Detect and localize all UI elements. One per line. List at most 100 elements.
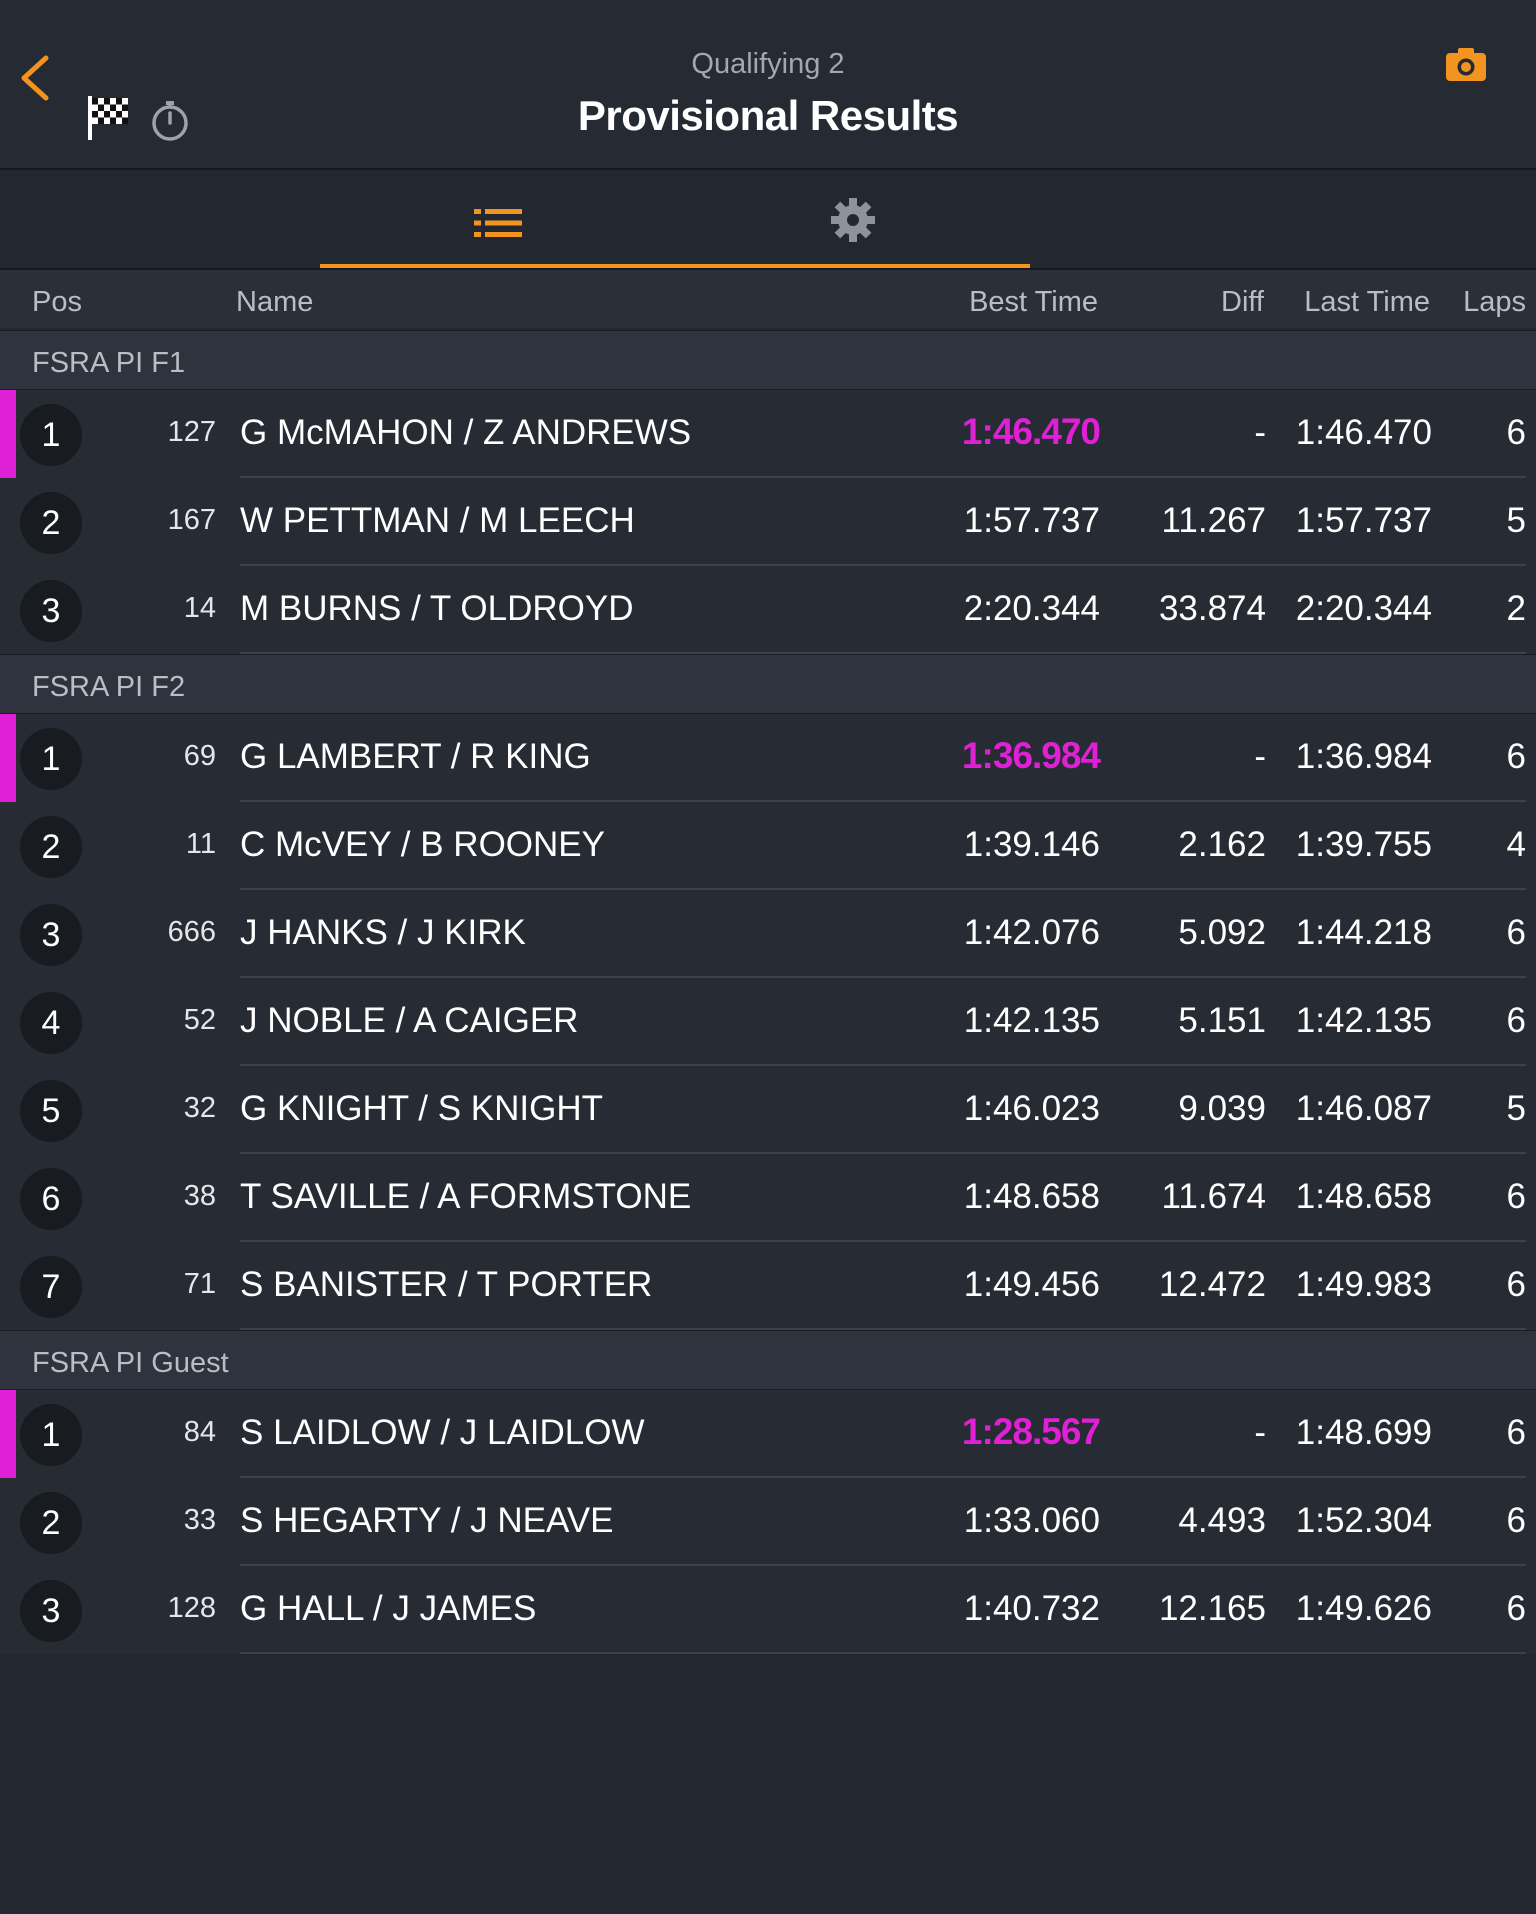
- car-number: 128: [167, 1592, 216, 1624]
- best-time: 1:46.470: [961, 411, 1101, 452]
- position-badge: 6: [20, 1168, 82, 1230]
- column-best-time[interactable]: Best Time: [969, 286, 1098, 319]
- column-last-time[interactable]: Last Time: [1304, 286, 1430, 319]
- driver-names: C McVEY / B ROONEY: [240, 825, 605, 864]
- column-laps[interactable]: Laps: [1463, 286, 1526, 319]
- best-time: 2:20.344: [963, 589, 1100, 628]
- best-time: 1:48.658: [963, 1177, 1100, 1216]
- gap-diff: 5.151: [1178, 1001, 1266, 1040]
- result-row[interactable]: 4 52 J NOBLE / A CAIGER 1:42.135 5.151 1:42.1…: [0, 978, 1536, 1066]
- gap-diff: -: [1254, 413, 1266, 452]
- position-badge: 3: [20, 580, 82, 642]
- laps-count: 6: [1506, 1177, 1526, 1216]
- driver-names: J HANKS / J KIRK: [240, 913, 526, 952]
- column-diff[interactable]: Diff: [1221, 286, 1264, 319]
- driver-names: J NOBLE / A CAIGER: [240, 1001, 579, 1040]
- laps-count: 5: [1506, 501, 1526, 540]
- result-row[interactable]: 5 32 G KNIGHT / S KNIGHT 1:46.023 9.039 1:46.…: [0, 1066, 1536, 1154]
- laps-count: 6: [1506, 1501, 1526, 1540]
- position-badge: 1: [20, 1404, 82, 1466]
- best-time: 1:57.737: [963, 501, 1100, 540]
- last-time: 1:39.755: [1295, 825, 1432, 864]
- car-number: 11: [185, 828, 216, 860]
- camera-icon[interactable]: [1444, 44, 1488, 84]
- result-row[interactable]: 6 38 T SAVILLE / A FORMSTONE 1:48.658 11.674…: [0, 1154, 1536, 1242]
- driver-names: G KNIGHT / S KNIGHT: [240, 1089, 604, 1128]
- position-badge: 2: [20, 492, 82, 554]
- gear-icon[interactable]: [829, 196, 877, 244]
- top-bar: Qualifying 2 Provisional Results: [0, 0, 1536, 170]
- position-badge: 1: [20, 728, 82, 790]
- laps-count: 6: [1506, 1589, 1526, 1628]
- car-number: 84: [183, 1416, 216, 1448]
- fastest-lap-indicator: [0, 1390, 16, 1478]
- session-name: Qualifying 2: [691, 48, 845, 80]
- laps-count: 2: [1506, 589, 1526, 628]
- gap-diff: 12.472: [1158, 1265, 1266, 1304]
- gap-diff: 9.039: [1178, 1089, 1266, 1128]
- result-row[interactable]: 3 128 G HALL / J JAMES 1:40.732 12.165 1:49.6…: [0, 1566, 1536, 1654]
- last-time: 1:42.135: [1295, 1001, 1432, 1040]
- laps-count: 6: [1506, 1413, 1526, 1452]
- last-time: 1:48.699: [1295, 1413, 1432, 1452]
- best-time: 1:33.060: [963, 1501, 1100, 1540]
- driver-names: G HALL / J JAMES: [240, 1589, 537, 1628]
- laps-count: 6: [1506, 1001, 1526, 1040]
- last-time: 1:36.984: [1295, 737, 1432, 776]
- driver-names: S HEGARTY / J NEAVE: [240, 1501, 614, 1540]
- driver-names: W PETTMAN / M LEECH: [240, 501, 635, 540]
- screenshot-button[interactable]: [1444, 44, 1488, 84]
- tab-settings[interactable]: [676, 170, 1030, 268]
- laps-count: 6: [1506, 413, 1526, 452]
- result-row[interactable]: 2 33 S HEGARTY / J NEAVE 1:33.060 4.493 1:52.…: [0, 1478, 1536, 1566]
- position-badge: 1: [20, 404, 82, 466]
- result-row[interactable]: 3 666 J HANKS / J KIRK 1:42.076 5.092 1:44.21…: [0, 890, 1536, 978]
- driver-names: S LAIDLOW / J LAIDLOW: [240, 1413, 645, 1452]
- last-time: 1:48.658: [1295, 1177, 1432, 1216]
- laps-count: 6: [1506, 1265, 1526, 1304]
- result-row[interactable]: 2 167 W PETTMAN / M LEECH 1:57.737 11.267 1:5…: [0, 478, 1536, 566]
- car-number: 167: [167, 504, 216, 536]
- laps-count: 6: [1506, 913, 1526, 952]
- position-badge: 2: [20, 816, 82, 878]
- last-time: 1:49.626: [1295, 1589, 1432, 1628]
- column-headers: Pos Name Best Time Diff Last Time Laps: [0, 270, 1536, 328]
- driver-names: G LAMBERT / R KING: [240, 737, 591, 776]
- gap-diff: 11.267: [1161, 501, 1266, 540]
- car-number: 32: [183, 1092, 216, 1124]
- car-number: 52: [183, 1004, 216, 1036]
- position-badge: 7: [20, 1256, 82, 1318]
- gap-diff: 4.493: [1178, 1501, 1266, 1540]
- result-row[interactable]: 2 11 C McVEY / B ROONEY 1:39.146 2.162 1:39.7…: [0, 802, 1536, 890]
- gap-diff: 12.165: [1158, 1589, 1266, 1628]
- tab-results-list[interactable]: [320, 170, 676, 268]
- laps-count: 4: [1506, 825, 1526, 864]
- position-badge: 2: [20, 1492, 82, 1554]
- gap-diff: 11.674: [1161, 1177, 1266, 1216]
- fastest-lap-indicator: [0, 714, 16, 802]
- group-name: FSRA PI F2: [32, 671, 186, 703]
- gap-diff: 5.092: [1178, 913, 1266, 952]
- car-number: 14: [183, 592, 216, 624]
- laps-count: 5: [1506, 1089, 1526, 1128]
- best-time: 1:42.076: [963, 913, 1100, 952]
- result-row[interactable]: 1 84 S LAIDLOW / J LAIDLOW 1:28.567 -1:48.69…: [0, 1390, 1536, 1478]
- driver-names: T SAVILLE / A FORMSTONE: [240, 1177, 692, 1216]
- column-pos[interactable]: Pos: [32, 286, 82, 319]
- last-time: 2:20.344: [1295, 589, 1432, 628]
- last-time: 1:46.087: [1295, 1089, 1432, 1128]
- result-row[interactable]: 7 71 S BANISTER / T PORTER 1:49.456 12.472 1:…: [0, 1242, 1536, 1330]
- driver-names: S BANISTER / T PORTER: [240, 1265, 653, 1304]
- result-row[interactable]: 1 127 G McMAHON / Z ANDREWS 1:46.470-1:46.4…: [0, 390, 1536, 478]
- gap-diff: -: [1254, 1413, 1266, 1452]
- result-row[interactable]: 1 69 G LAMBERT / R KING 1:36.984-1:36.984 6: [0, 714, 1536, 802]
- page-title: Provisional Results: [577, 92, 959, 139]
- driver-names: M BURNS / T OLDROYD: [240, 589, 634, 628]
- list-icon[interactable]: [472, 206, 524, 240]
- best-time: 1:36.984: [961, 735, 1101, 776]
- last-time: 1:44.218: [1295, 913, 1432, 952]
- best-time: 1:39.146: [963, 825, 1100, 864]
- position-badge: 3: [20, 904, 82, 966]
- column-name[interactable]: Name: [236, 286, 313, 319]
- result-row[interactable]: 3 14 M BURNS / T OLDROYD 2:20.344 33.874 2:20…: [0, 566, 1536, 654]
